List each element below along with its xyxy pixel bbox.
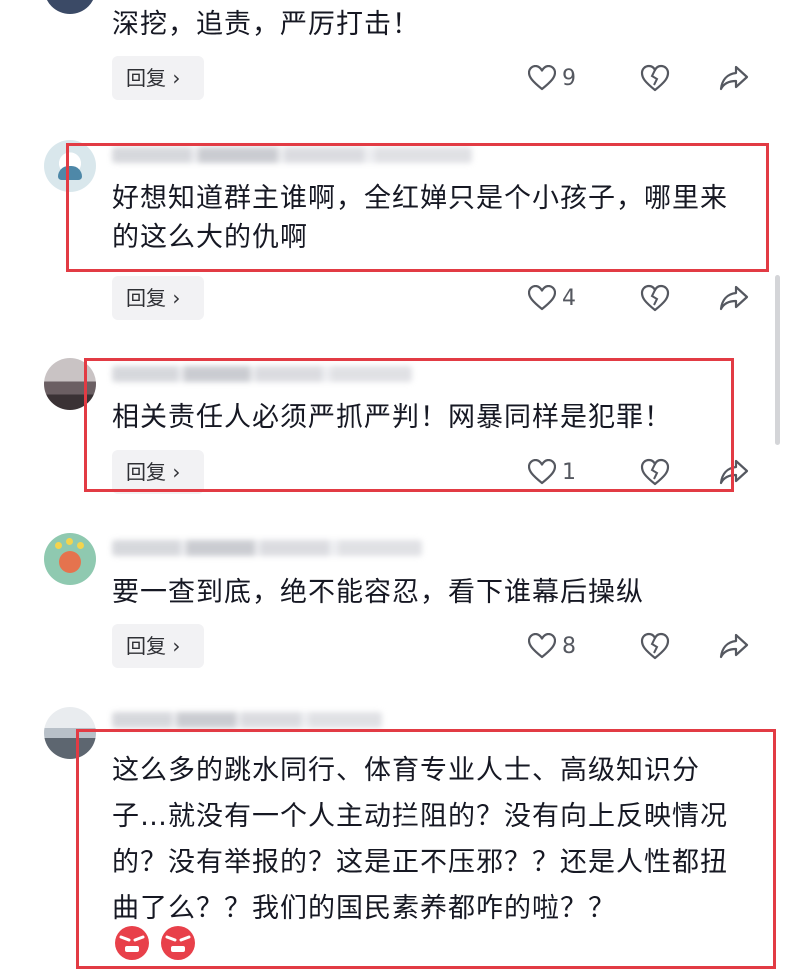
share-arrow-icon[interactable]: [718, 62, 750, 94]
reply-button[interactable]: 回复 ›: [112, 276, 204, 320]
chevron-right-icon: ›: [172, 286, 181, 310]
reply-label: 回复: [126, 66, 166, 90]
heart-outline-icon: [528, 633, 556, 659]
broken-heart-icon[interactable]: [640, 631, 670, 661]
share-arrow-icon[interactable]: [718, 282, 750, 314]
comment-text: 深挖，追责，严厉打击！: [112, 9, 420, 40]
broken-heart-icon[interactable]: [640, 63, 670, 93]
like-button[interactable]: 4: [528, 281, 576, 315]
reply-button[interactable]: 回复 ›: [112, 624, 204, 668]
blurred-username: [112, 712, 382, 728]
like-button[interactable]: 9: [528, 61, 576, 95]
like-count: 4: [562, 285, 576, 311]
avatar[interactable]: [44, 533, 96, 585]
reply-label: 回复: [126, 634, 166, 658]
broken-heart-icon[interactable]: [640, 283, 670, 313]
reply-label: 回复: [126, 286, 166, 310]
comment-text: 要一查到底，绝不能容忍，看下谁幕后操纵: [112, 577, 644, 608]
scrollbar[interactable]: [775, 275, 780, 445]
highlight-box: [76, 729, 776, 969]
share-arrow-icon[interactable]: [718, 630, 750, 662]
heart-outline-icon: [528, 285, 556, 311]
like-button[interactable]: 8: [528, 629, 576, 663]
chevron-right-icon: ›: [172, 66, 181, 90]
avatar[interactable]: [44, 0, 96, 14]
blurred-username: [112, 540, 422, 556]
highlight-box: [66, 143, 769, 272]
chevron-right-icon: ›: [172, 634, 181, 658]
like-count: 8: [562, 633, 576, 659]
reply-button[interactable]: 回复 ›: [112, 56, 204, 100]
highlight-box: [84, 358, 734, 492]
heart-outline-icon: [528, 65, 556, 91]
like-count: 9: [562, 65, 576, 91]
